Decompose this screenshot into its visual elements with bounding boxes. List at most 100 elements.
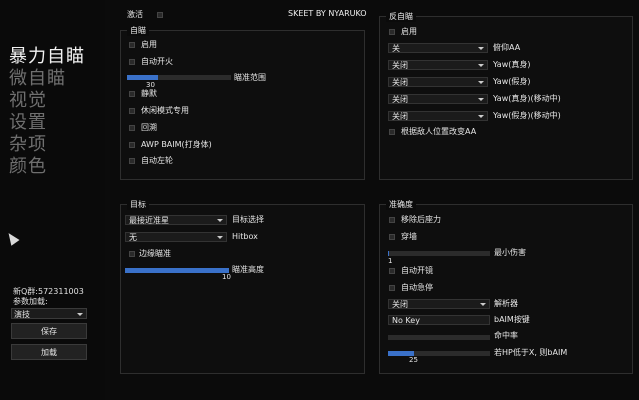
hitbox-dropdown[interactable]: 无: [125, 232, 227, 242]
yaw-fake-move-label: Yaw(假身)(移动中): [493, 111, 561, 120]
yaw-stand-move-dropdown[interactable]: 关闭: [388, 94, 488, 104]
accuracy-panel: 准确度 移除后座力 穿墙 1 最小伤害 自动开镜 自动急停 关闭 解析器 No …: [379, 199, 633, 374]
resolver-dropdown[interactable]: 关闭: [388, 299, 490, 309]
aim-panel: 自瞄 启用 自动开火 30 瞄准范围 静默 休闲模式专用 回溯 AWP BAIM…: [120, 25, 365, 180]
load-button[interactable]: 加载: [11, 344, 87, 360]
target-select-label: 目标选择: [232, 215, 264, 224]
chevron-down-icon: [77, 313, 83, 316]
antiaim-enable-label: 启用: [401, 27, 417, 36]
min-damage-slider-fill: [388, 251, 390, 256]
resolver-label: 解析器: [494, 299, 518, 308]
fov-label: 瞄准范围: [234, 73, 266, 82]
hitchance-label: 命中率: [494, 331, 518, 340]
aim-enable-checkbox[interactable]: [129, 42, 135, 48]
hitchance-slider[interactable]: [388, 335, 490, 340]
pitch-label: 俯仰AA: [493, 43, 521, 52]
awp-baim-checkbox[interactable]: [129, 142, 135, 148]
hitbox-value: 无: [129, 233, 137, 242]
chevron-down-icon: [478, 98, 484, 101]
wallbang-label: 穿墙: [401, 232, 417, 241]
autofire-label: 自动开火: [141, 57, 173, 66]
cheat-menu-window: 暴力自瞄 微自瞄 视觉 设置 杂项 颜色 新Q群:572311003 参数加载:…: [0, 0, 639, 400]
chevron-down-icon: [480, 303, 486, 306]
chevron-down-icon: [478, 64, 484, 67]
wallbang-checkbox[interactable]: [389, 234, 395, 240]
recoil-checkbox[interactable]: [129, 125, 135, 131]
baim-key-field[interactable]: No Key: [388, 315, 490, 325]
min-damage-slider[interactable]: [388, 251, 490, 256]
yaw-fake-dropdown[interactable]: 关闭: [388, 77, 488, 87]
brand-title: SKEET BY NYARUKO: [288, 9, 367, 18]
save-button[interactable]: 保存: [11, 323, 87, 339]
norecoil-label: 移除后座力: [401, 215, 441, 224]
awp-baim-label: AWP BAIM(打身体): [141, 140, 212, 149]
edge-aim-label: 边缘瞄准: [139, 249, 171, 258]
accuracy-panel-title: 准确度: [386, 199, 416, 210]
hitbox-label: Hitbox: [232, 232, 258, 241]
activate-checkbox[interactable]: [157, 12, 163, 18]
yaw-fake-label: Yaw(假身): [493, 77, 531, 86]
min-damage-value: 1: [388, 257, 393, 265]
nav-misc[interactable]: 杂项: [9, 134, 47, 156]
hp-baim-label: 若HP低于X, 则bAIM: [494, 348, 568, 357]
nav-visuals[interactable]: 视觉: [9, 90, 47, 112]
mouse-cursor-icon: [4, 230, 20, 246]
target-select-value: 最接近准星: [129, 216, 169, 225]
autorevolver-checkbox[interactable]: [129, 158, 135, 164]
autoscope-checkbox[interactable]: [389, 268, 395, 274]
hp-baim-value: 25: [409, 356, 418, 364]
aa-by-enemy-label: 根据敌人位置改变AA: [401, 127, 477, 136]
aim-height-value: 10: [222, 273, 231, 281]
autoscope-label: 自动开镜: [401, 266, 433, 275]
chevron-down-icon: [478, 81, 484, 84]
chevron-down-icon: [217, 219, 223, 222]
config-select-value: 演技: [14, 310, 30, 319]
norecoil-checkbox[interactable]: [389, 217, 395, 223]
nav-ragebot[interactable]: 暴力自瞄: [9, 46, 85, 68]
yaw-fake-value: 关闭: [392, 78, 408, 87]
yaw-fake-move-dropdown[interactable]: 关闭: [388, 111, 488, 121]
aim-height-label: 瞄准高度: [232, 265, 264, 274]
autofire-checkbox[interactable]: [129, 59, 135, 65]
param-load-label: 参数加载:: [13, 297, 48, 306]
autostop-checkbox[interactable]: [389, 285, 395, 291]
chevron-down-icon: [478, 47, 484, 50]
edge-aim-checkbox[interactable]: [129, 251, 135, 257]
nav-legitbot[interactable]: 微自瞄: [9, 68, 66, 90]
antiaim-enable-checkbox[interactable]: [389, 29, 395, 35]
antiaim-panel-title: 反自瞄: [386, 11, 416, 22]
yaw-stand-move-label: Yaw(真身)(移动中): [493, 94, 561, 103]
aim-enable-label: 启用: [141, 40, 157, 49]
autorevolver-label: 自动左轮: [141, 156, 173, 165]
silent-label: 静默: [141, 89, 157, 98]
fov-slider-fill: [127, 75, 159, 80]
target-panel-title: 目标: [127, 199, 149, 210]
autostop-label: 自动急停: [401, 283, 433, 292]
hp-baim-slider[interactable]: [388, 351, 490, 356]
fov-slider[interactable]: [127, 75, 231, 80]
target-select-dropdown[interactable]: 最接近准星: [125, 215, 227, 225]
resolver-value: 关闭: [392, 300, 408, 309]
aim-height-slider[interactable]: [125, 268, 229, 273]
aa-by-enemy-checkbox[interactable]: [389, 129, 395, 135]
yaw-stand-dropdown[interactable]: 关闭: [388, 60, 488, 70]
casual-label: 休闲模式专用: [141, 106, 189, 115]
activate-label: 激活: [127, 10, 143, 19]
antiaim-panel: 反自瞄 启用 关 俯仰AA 关闭 Yaw(真身) 关闭 Yaw(假身) 关闭 Y…: [379, 11, 633, 180]
yaw-stand-label: Yaw(真身): [493, 60, 531, 69]
yaw-fake-move-value: 关闭: [392, 112, 408, 121]
casual-checkbox[interactable]: [129, 108, 135, 114]
silent-checkbox[interactable]: [129, 91, 135, 97]
nav-colors[interactable]: 颜色: [9, 156, 47, 178]
nav-settings[interactable]: 设置: [9, 112, 47, 134]
config-select[interactable]: 演技: [11, 308, 87, 319]
pitch-dropdown[interactable]: 关: [388, 43, 488, 53]
left-sidebar: 暴力自瞄 微自瞄 视觉 设置 杂项 颜色 新Q群:572311003 参数加载:…: [0, 0, 105, 400]
recoil-label: 回溯: [141, 123, 157, 132]
chevron-down-icon: [217, 236, 223, 239]
aim-panel-title: 自瞄: [127, 25, 149, 36]
yaw-stand-value: 关闭: [392, 61, 408, 70]
yaw-stand-move-value: 关闭: [392, 95, 408, 104]
min-damage-label: 最小伤害: [494, 248, 526, 257]
baim-key-label: bAIM按键: [494, 315, 530, 324]
